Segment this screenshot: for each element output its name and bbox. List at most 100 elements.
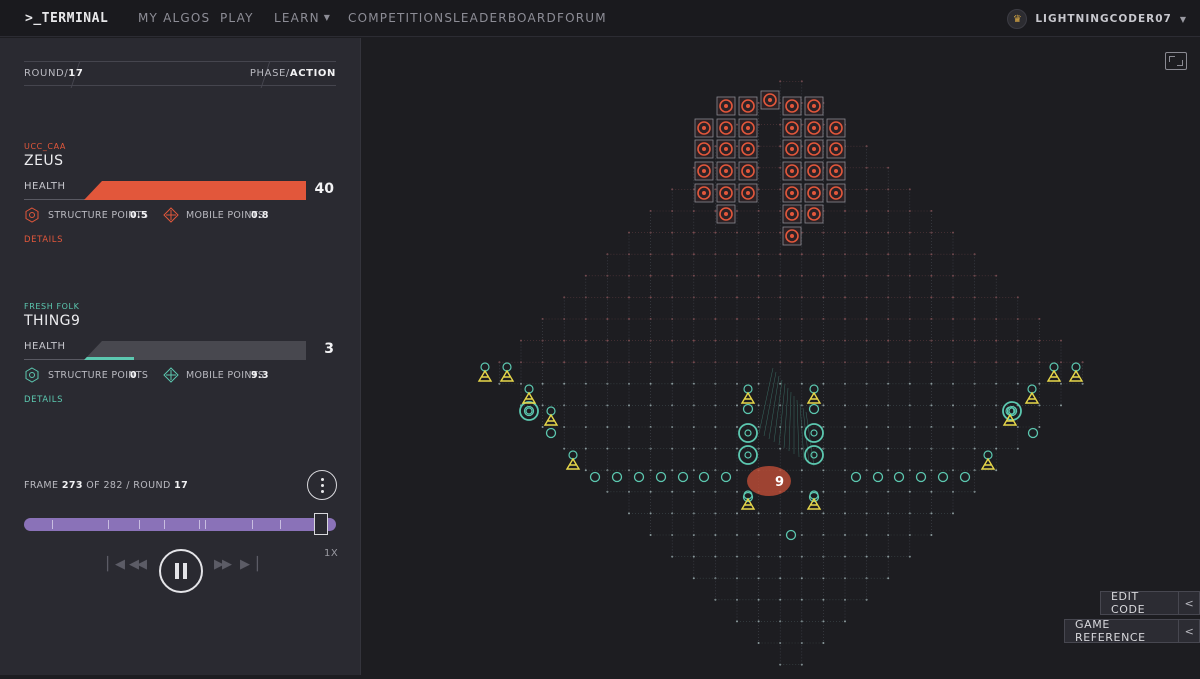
player-filter: [655, 471, 667, 483]
destructor-core: [724, 104, 728, 108]
scrubber-tick: [164, 520, 166, 529]
mobile-points-value: 0.8: [251, 210, 269, 221]
grid-dot: [714, 534, 717, 536]
grid-dot: [973, 426, 976, 428]
health-label: HEALTH: [24, 181, 66, 192]
board-canvas[interactable]: 9: [361, 38, 1200, 675]
player-encryptor: [1046, 369, 1062, 382]
grid-dot: [930, 490, 933, 493]
grid-dot: [865, 318, 868, 320]
grid-dot: [822, 274, 825, 277]
grid-dot: [671, 361, 674, 364]
structure-points-value: 0.5: [130, 210, 148, 221]
grid-dot: [757, 598, 760, 601]
details-link[interactable]: DETAILS: [24, 235, 336, 245]
frame-counter: FRAME 273 OF 282 / ROUND 17: [24, 480, 188, 491]
player-filter: [850, 471, 862, 483]
game-reference-button[interactable]: GAME REFERENCE <: [1064, 618, 1200, 644]
round-value: 17: [68, 68, 84, 79]
nav-forum[interactable]: FORUM: [557, 11, 607, 25]
player-encryptor: [740, 497, 756, 510]
rewind-icon[interactable]: ◀◀: [129, 557, 147, 572]
game-board[interactable]: 9: [361, 38, 1200, 675]
grid-dot: [649, 382, 652, 385]
playback-speed[interactable]: 1X: [324, 548, 338, 559]
nav-my-algos[interactable]: MY ALGOS: [138, 11, 210, 25]
skip-start-icon[interactable]: ▏◀: [107, 557, 125, 572]
grid-dot: [541, 382, 544, 385]
grid-dot: [736, 404, 738, 407]
user-menu[interactable]: ♛ LIGHTNINGCODER07 ▼: [1007, 8, 1186, 30]
mobile-points-icon: [163, 367, 179, 383]
grid-dot: [671, 253, 674, 256]
player-encryptor: [1068, 369, 1084, 382]
chevron-left-icon: <: [1178, 620, 1199, 642]
grid-dot: [779, 577, 782, 580]
player-filter: [633, 471, 645, 483]
destructor-core: [834, 191, 838, 195]
grid-dot: [671, 469, 674, 472]
grid-dot: [692, 555, 695, 558]
nav-learn[interactable]: LEARN ▼: [274, 11, 331, 25]
logo[interactable]: >_TERMINAL: [25, 11, 108, 26]
player-encryptor: [477, 369, 493, 382]
destructor-core: [812, 169, 816, 173]
player-name: ZEUS: [24, 153, 64, 169]
damage-number: 9: [775, 475, 784, 490]
more-options-button[interactable]: [307, 470, 337, 500]
grid-dot: [606, 318, 609, 320]
grid-dot: [995, 339, 998, 342]
pause-icon: [175, 563, 187, 579]
player-card-1: UCC_CAA ZEUS HEALTH 40 STRUCTURE POINTS …: [24, 142, 336, 245]
grid-dot: [584, 469, 587, 472]
nav-play[interactable]: PLAY: [220, 11, 254, 25]
destructor-core: [812, 191, 816, 195]
fast-forward-icon[interactable]: ▶▶: [214, 557, 232, 572]
grid-dot: [714, 318, 717, 320]
fullscreen-icon[interactable]: [1165, 52, 1187, 70]
player-filter: [959, 471, 971, 483]
details-link[interactable]: DETAILS: [24, 395, 336, 405]
player-encryptor: [740, 391, 756, 404]
points-row: STRUCTURE POINTS 0.5 MOBILE POINTS 0.8: [24, 207, 336, 225]
edit-code-label: EDIT CODE: [1111, 590, 1146, 616]
edit-code-button[interactable]: EDIT CODE <: [1100, 590, 1200, 616]
grid-dot: [714, 426, 717, 428]
grid-dot: [628, 296, 630, 299]
structure-points-icon: [25, 367, 39, 383]
skip-end-icon[interactable]: ▶▕: [240, 557, 258, 572]
nav-leaderboard[interactable]: LEADERBOARD: [453, 11, 557, 25]
grid-dot: [757, 382, 760, 385]
phase-label: PHASE/: [249, 68, 290, 79]
nav-competitions[interactable]: COMPETITIONS: [348, 11, 453, 25]
pause-button[interactable]: [159, 549, 203, 593]
grid-dot: [649, 534, 652, 536]
grid-dot: [800, 577, 803, 580]
timeline-scrubber[interactable]: [24, 518, 336, 531]
player-filter: [937, 471, 949, 483]
grid-dot: [887, 447, 890, 450]
top-nav: >_TERMINAL MY ALGOS PLAY LEARN ▼ COMPETIT…: [0, 0, 1200, 37]
destructor-core: [746, 147, 750, 151]
match-panel: ROUND/17 PHASE/ACTION UCC_CAA ZEUS HEALT…: [0, 38, 361, 675]
chevron-down-icon: ▼: [1179, 14, 1186, 24]
destructor-core: [724, 126, 728, 130]
player-destructor: [804, 423, 824, 443]
points-row: STRUCTURE POINTS 0 MOBILE POINTS 9.3: [24, 367, 336, 385]
grid-dot: [844, 404, 846, 407]
player-encryptor: [543, 413, 559, 426]
frame-label: FRAME: [24, 480, 59, 491]
destructor-core: [790, 212, 794, 216]
grid-dot: [757, 642, 760, 644]
grid-dot: [865, 426, 868, 428]
grid-dot: [714, 210, 717, 212]
frame-round-value: 17: [174, 480, 189, 491]
scrubber-tick: [204, 520, 206, 529]
scrubber-tick: [198, 520, 200, 529]
attack-trail: [773, 379, 783, 443]
grid-dot: [1038, 382, 1041, 385]
scrubber-handle[interactable]: [314, 513, 328, 535]
player-team: FRESH FOLK: [24, 302, 80, 311]
destructor-core: [702, 191, 706, 195]
player-card-2: FRESH FOLK THING9 HEALTH 3 STRUCTURE POI…: [24, 302, 336, 405]
